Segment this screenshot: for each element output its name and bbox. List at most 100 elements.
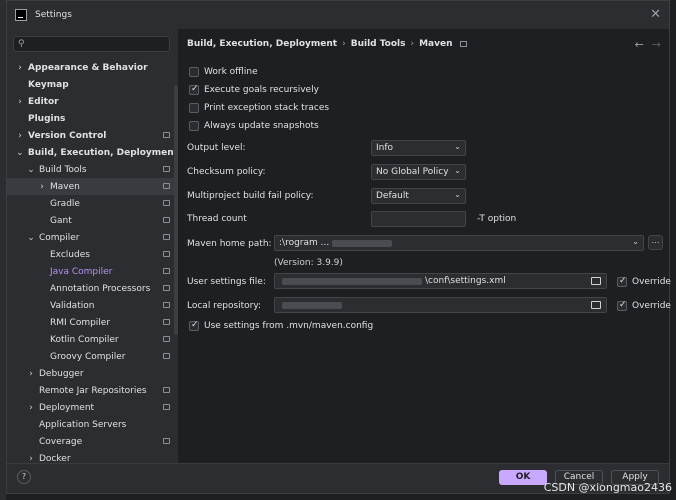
project-scope-icon [163,234,170,240]
sidebar-item-label: Coverage [39,436,83,447]
project-scope-icon [163,251,170,257]
print-stack-traces-checkbox[interactable]: Print exception stack traces [189,103,329,113]
user-settings-input[interactable]: \conf\settings.xml [274,273,607,289]
sidebar-item-plugins[interactable]: ›Plugins [7,110,178,127]
chevron-down-icon[interactable]: ⌄ [26,165,36,175]
breadcrumb-item: Maven [419,39,453,49]
mvn-config-checkbox[interactable]: Use settings from .mvn/maven.config [189,320,373,331]
chevron-right-icon[interactable]: › [37,182,47,192]
sidebar-item-kotlin-compiler[interactable]: ›Kotlin Compiler [7,331,178,348]
chevron-down-icon: ⌄ [454,190,461,199]
sidebar-item-label: Excludes [50,249,90,260]
project-scope-icon [459,41,467,47]
maven-home-input[interactable]: :\rogram ... ⌄ [274,235,644,251]
search-input[interactable]: ⚲ [13,36,170,52]
settings-sidebar: ⚲ ›Appearance & Behavior›Keymap›Editor›P… [7,29,178,465]
checkbox-box[interactable] [189,67,199,77]
sidebar-item-label: Compiler [39,232,80,243]
sidebar-item-groovy-compiler[interactable]: ›Groovy Compiler [7,348,178,365]
sidebar-item-editor[interactable]: › Editor [7,93,178,110]
sidebar-item-build-tools[interactable]: ⌄ Build Tools [7,161,178,178]
output-level-dropdown[interactable]: Info ⌄ [371,140,466,156]
sidebar-item-rmi-compiler[interactable]: ›RMI Compiler [7,314,178,331]
local-repo-override-checkbox[interactable]: Override [617,300,671,311]
thread-count-label: Thread count [187,214,247,224]
chevron-right-icon: › [410,39,415,49]
sidebar-item-excludes[interactable]: ›Excludes [7,246,178,263]
sidebar-item-label: Gant [50,215,72,226]
multiproject-fail-label: Multiproject build fail policy: [187,191,314,201]
sidebar-item-validation[interactable]: ›Validation [7,297,178,314]
help-button[interactable]: ? [17,470,31,484]
sidebar-item-label: Groovy Compiler [50,351,126,362]
checkbox-box[interactable] [617,300,627,311]
chevron-right-icon[interactable]: › [15,63,25,73]
sidebar-item-label: RMI Compiler [50,317,111,328]
chevron-right-icon[interactable]: › [15,97,25,107]
sidebar-item-build-execution-deployment[interactable]: ⌄ Build, Execution, Deployment [7,144,178,161]
sidebar-item-keymap[interactable]: ›Keymap [7,76,178,93]
folder-icon[interactable] [591,277,601,285]
window-title: Settings [35,10,72,20]
chevron-right-icon[interactable]: › [26,369,36,379]
project-scope-icon [163,302,170,308]
sidebar-item-deployment[interactable]: › Deployment [7,399,178,416]
sidebar-item-appearance-behavior[interactable]: › Appearance & Behavior [7,59,178,76]
redacted-text [332,239,393,247]
sidebar-item-gant[interactable]: ›Gant [7,212,178,229]
multiproject-fail-dropdown[interactable]: Default ⌄ [371,188,466,204]
chevron-right-icon[interactable]: › [15,131,25,141]
sidebar-item-coverage[interactable]: ›Coverage [7,433,178,450]
sidebar-item-remote-jar-repositories[interactable]: ›Remote Jar Repositories [7,382,178,399]
history-nav: ← → [627,38,661,51]
sidebar-item-application-servers[interactable]: ›Application Servers [7,416,178,433]
sidebar-item-compiler[interactable]: ⌄ Compiler [7,229,178,246]
update-snapshots-checkbox[interactable]: Always update snapshots [189,121,319,131]
project-scope-icon [163,387,170,393]
execute-recursively-checkbox[interactable]: Execute goals recursively [189,84,319,95]
checkbox-label: Execute goals recursively [204,85,319,95]
ok-button[interactable]: OK [499,470,547,485]
chevron-down-icon[interactable]: ⌄ [15,148,25,158]
project-scope-icon [163,268,170,274]
sidebar-item-version-control[interactable]: › Version Control [7,127,178,144]
sidebar-item-gradle[interactable]: ›Gradle [7,195,178,212]
breadcrumb-item[interactable]: Build Tools [351,39,406,49]
checkbox-label: Override [632,301,671,311]
sidebar-item-maven[interactable]: › Maven [7,178,178,195]
chevron-right-icon[interactable]: › [26,403,36,413]
chevron-down-icon[interactable]: ⌄ [26,233,36,243]
back-arrow-icon[interactable]: ← [635,38,644,51]
dropdown-value: Default [376,191,409,201]
project-scope-icon [163,183,170,189]
redacted-text [282,277,422,285]
maven-home-label: Maven home path: [187,239,272,249]
breadcrumb-item[interactable]: Build, Execution, Deployment [187,39,337,49]
project-scope-icon [163,353,170,359]
checkbox-box[interactable] [189,121,199,131]
checksum-policy-dropdown[interactable]: No Global Policy ⌄ [371,164,466,180]
redacted-text [282,301,342,309]
chevron-right-icon: › [342,39,346,49]
checkbox-box[interactable] [189,103,199,113]
chevron-right-icon[interactable]: › [26,454,36,464]
sidebar-item-debugger[interactable]: › Debugger [7,365,178,382]
local-repo-label: Local repository: [187,301,262,311]
checkbox-box[interactable] [189,320,199,331]
close-icon[interactable]: ✕ [650,7,661,22]
forward-arrow-icon[interactable]: → [652,38,661,51]
local-repo-input[interactable] [274,297,607,313]
intellij-logo-icon [15,9,27,21]
maven-settings-panel: Build, Execution, Deployment › Build Too… [178,29,671,465]
thread-count-input[interactable] [371,211,466,227]
folder-icon[interactable] [591,301,601,309]
sidebar-item-annotation-processors[interactable]: ›Annotation Processors [7,280,178,297]
browse-maven-home-button[interactable]: … [648,235,663,250]
work-offline-checkbox[interactable]: Work offline [189,67,258,77]
user-settings-override-checkbox[interactable]: Override [617,276,671,287]
sidebar-item-java-compiler[interactable]: ›Java Compiler [7,263,178,280]
project-scope-icon [163,336,170,342]
checkbox-box[interactable] [617,276,627,287]
checkbox-box[interactable] [189,84,199,95]
chevron-down-icon: ⌄ [454,166,461,175]
